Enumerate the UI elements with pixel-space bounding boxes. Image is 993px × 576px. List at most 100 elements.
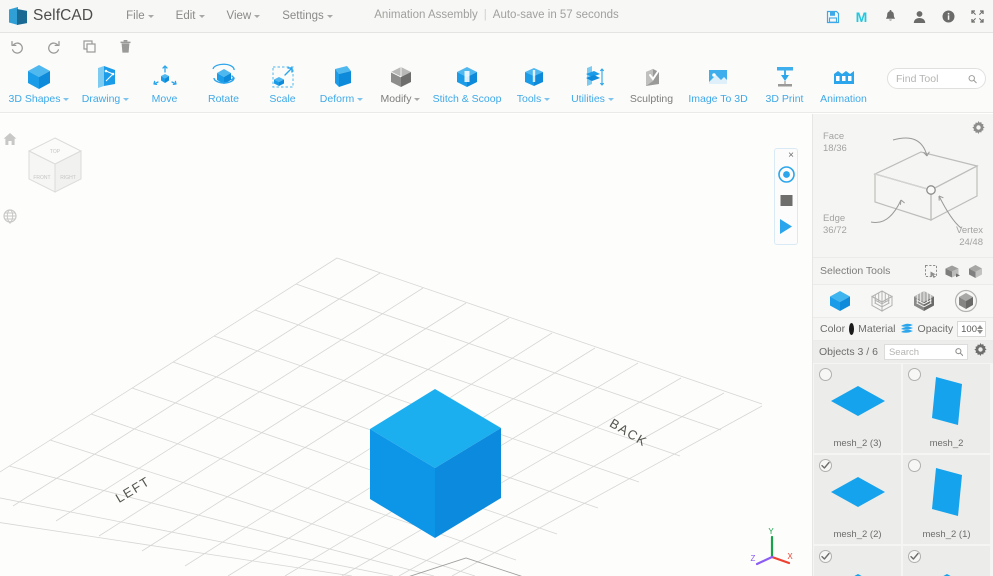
color-swatch[interactable] (849, 323, 855, 335)
toolbar-label: Rotate (208, 93, 239, 105)
object-checkbox[interactable] (819, 550, 832, 563)
selection-mode-row (813, 284, 993, 317)
object-checkbox[interactable] (819, 459, 832, 472)
app-logo[interactable]: SelfCAD (0, 6, 93, 26)
toolbar-rotate[interactable]: Rotate (194, 59, 253, 113)
mode-wireframe-icon[interactable] (869, 288, 895, 314)
stepper-arrows-icon[interactable] (977, 324, 983, 334)
navigation-cube[interactable]: TOP FRONT RIGHT (24, 134, 86, 205)
opacity-stepper[interactable]: 100 (957, 321, 986, 337)
notification-bell-icon[interactable] (883, 9, 898, 24)
scale-cube-icon (268, 62, 298, 92)
toolbar-3d-shapes[interactable]: 3D Shapes (2, 59, 76, 113)
fullscreen-icon[interactable] (970, 9, 985, 24)
svg-text:TOP: TOP (50, 149, 61, 155)
toolbar-label: 3D Print (765, 93, 804, 105)
app-name: SelfCAD (33, 7, 94, 24)
box-select-icon[interactable] (942, 261, 964, 281)
rectangle-select-icon[interactable] (920, 261, 942, 281)
3d-print-icon (770, 62, 800, 92)
utilities-stack-icon (578, 62, 608, 92)
toolbar-3d-print[interactable]: 3D Print (755, 59, 814, 113)
toolbar-label: Utilities (571, 93, 614, 105)
object-checkbox[interactable] (908, 368, 921, 381)
toolbar-utilities[interactable]: Utilities (563, 59, 622, 113)
mode-face-icon[interactable] (911, 288, 937, 314)
svg-text:Y: Y (768, 527, 774, 536)
object-checkbox[interactable] (908, 459, 921, 472)
globe-view-icon[interactable] (3, 209, 17, 232)
info-icon[interactable] (941, 9, 956, 24)
find-tool-input[interactable] (896, 72, 964, 85)
menu-item-file[interactable]: File (115, 1, 165, 31)
chevron-down-icon (326, 14, 333, 18)
3d-viewport[interactable]: LEFT BACK TOP FRONT RIGHT × Y X Z (0, 114, 812, 576)
object-name: mesh_2 (929, 438, 964, 449)
delete-button[interactable] (112, 35, 138, 57)
toolbar-sculpting[interactable]: Sculpting (622, 59, 681, 113)
save-icon[interactable] (825, 9, 840, 24)
chevron-down-icon (607, 97, 614, 101)
close-icon[interactable]: × (788, 151, 797, 161)
object-card-mesh_2_2[interactable]: mesh_2 (2) (813, 454, 902, 545)
home-view-icon[interactable] (3, 132, 17, 151)
menu-item-label: Settings (282, 10, 324, 22)
material-icon[interactable] (900, 322, 914, 337)
toolbar-modify[interactable]: Modify (371, 59, 430, 113)
toolbar-label: Move (151, 93, 178, 105)
stop-button[interactable] (779, 193, 794, 213)
redo-button[interactable] (40, 35, 66, 57)
record-keyframe-button[interactable] (777, 166, 795, 188)
play-button[interactable] (778, 218, 794, 240)
object-checkbox[interactable] (908, 550, 921, 563)
toolbar-move[interactable]: Move (135, 59, 194, 113)
objects-search[interactable] (883, 344, 968, 360)
animation-control-panel[interactable]: × (774, 148, 798, 245)
toolbar-drawing[interactable]: Drawing (76, 59, 135, 113)
object-card-mesh_2[interactable]: mesh_2 (902, 363, 991, 454)
search-icon (968, 74, 977, 83)
find-tool-search[interactable] (887, 68, 986, 89)
toolbar-stitch-scoop[interactable]: Stitch & Scoop (430, 59, 504, 113)
material-label: Material (858, 323, 896, 335)
toolbar-scale[interactable]: Scale (253, 59, 312, 113)
toolbar-image-to-3d[interactable]: Image To 3D (681, 59, 755, 113)
toolbar-label: Animation (820, 93, 867, 105)
chevron-down-icon (123, 97, 130, 101)
objects-search-input[interactable] (888, 346, 952, 358)
toolbar-animation[interactable]: Animation (814, 59, 873, 113)
tools-cube-icon (519, 62, 549, 92)
mode-object-icon[interactable] (827, 288, 853, 314)
toolbar-deform[interactable]: Deform (312, 59, 371, 113)
object-card-mesh_2_3[interactable]: mesh_2 (3) (813, 363, 902, 454)
mode-vertex-icon[interactable] (953, 288, 979, 314)
opacity-value: 100 (961, 323, 977, 335)
svg-text:X: X (787, 552, 793, 561)
toolbar-label: Drawing (82, 93, 130, 105)
toolbar-label: Stitch & Scoop (432, 93, 502, 105)
magic-m-icon[interactable]: M (854, 9, 869, 24)
menu-item-settings[interactable]: Settings (271, 1, 344, 31)
object-checkbox[interactable] (819, 368, 832, 381)
check-icon (821, 552, 830, 560)
toolbar-label: Image To 3D (688, 93, 748, 105)
objects-settings-gear-icon[interactable] (974, 343, 987, 361)
toolbar-label: 3D Shapes (9, 93, 70, 105)
object-name: mesh_2 (2) (833, 529, 882, 540)
menu-item-view[interactable]: View (216, 1, 272, 31)
selected-cube-object[interactable] (368, 386, 508, 546)
material-row: Color Material Opacity 100 (813, 317, 993, 340)
undo-button[interactable] (4, 35, 30, 57)
object-card-mesh_2_1[interactable]: mesh_2 (1) (902, 454, 991, 545)
color-label: Color (820, 323, 846, 335)
toolbar-tools[interactable]: Tools (504, 59, 563, 113)
copy-button[interactable] (76, 35, 102, 57)
deform-cube-icon (327, 62, 357, 92)
user-account-icon[interactable] (912, 9, 927, 24)
toolbar-label: Tools (517, 93, 551, 105)
object-card-5[interactable] (813, 545, 902, 576)
face-info: Face 18/36 (823, 131, 847, 154)
object-card-6[interactable] (902, 545, 991, 576)
solid-select-icon[interactable] (964, 261, 986, 281)
menu-item-edit[interactable]: Edit (165, 1, 216, 31)
